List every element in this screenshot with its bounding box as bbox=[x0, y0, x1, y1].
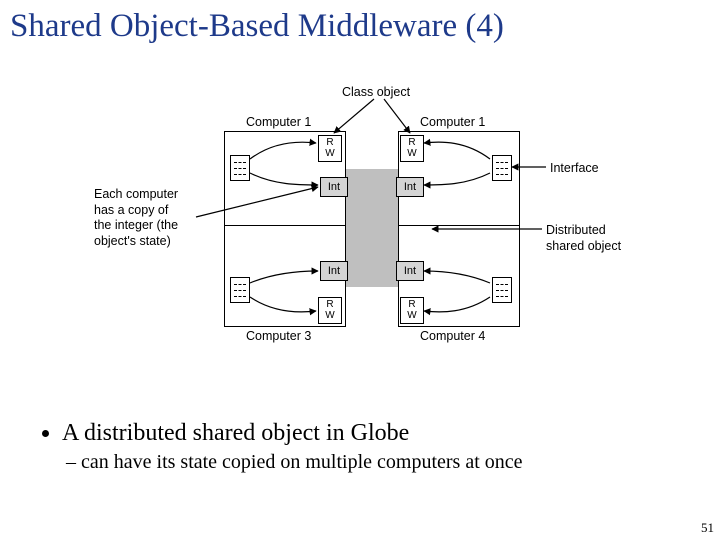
rw-box-3: R W bbox=[318, 297, 342, 324]
rw-box-2: R W bbox=[400, 135, 424, 162]
bullet-sub: – can have its state copied on multiple … bbox=[66, 451, 523, 474]
bullet-list: A distributed shared object in Globe – c… bbox=[38, 420, 523, 474]
slide-title: Shared Object-Based Middleware (4) bbox=[0, 0, 720, 45]
rw-box-4: R W bbox=[400, 297, 424, 324]
label-computer-4: Computer 4 bbox=[420, 329, 485, 345]
interface-box-1 bbox=[230, 155, 250, 181]
interface-box-4 bbox=[492, 277, 512, 303]
bullet-sub-text: can have its state copied on multiple co… bbox=[81, 451, 523, 473]
int-box-1: Int bbox=[320, 177, 348, 197]
rw-box-1: R W bbox=[318, 135, 342, 162]
int-box-2: Int bbox=[396, 177, 424, 197]
label-distributed-shared: Distributed shared object bbox=[546, 223, 634, 254]
int-box-4: Int bbox=[396, 261, 424, 281]
page-number: 51 bbox=[701, 520, 714, 536]
label-computer-1b: Computer 1 bbox=[420, 115, 485, 131]
label-class-object: Class object bbox=[342, 85, 410, 101]
label-computer-1a: Computer 1 bbox=[246, 115, 311, 131]
label-computer-3: Computer 3 bbox=[246, 329, 311, 345]
bullet-main: A distributed shared object in Globe bbox=[62, 420, 523, 447]
globe-diagram: Int Int Int Int R W R W R W R W Class ob… bbox=[94, 85, 634, 400]
interface-box-2 bbox=[492, 155, 512, 181]
int-box-3: Int bbox=[320, 261, 348, 281]
label-each-copy: Each computer has a copy of the integer … bbox=[94, 187, 178, 250]
label-interface: Interface bbox=[550, 161, 599, 177]
interface-box-3 bbox=[230, 277, 250, 303]
